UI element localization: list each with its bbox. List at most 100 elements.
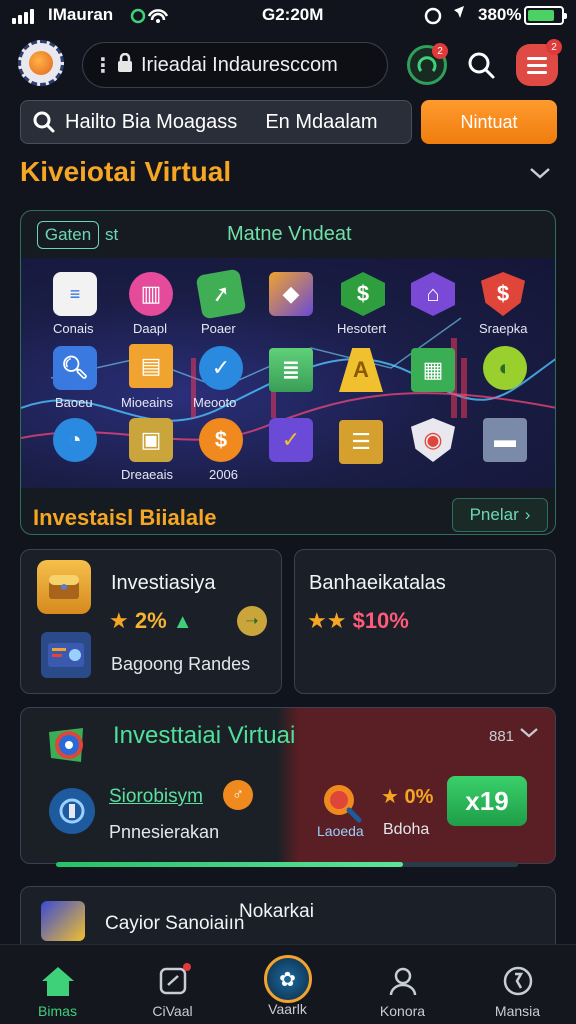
notification-button[interactable]: 2 (407, 43, 448, 85)
investment-rate: ★ 2% ▲ (109, 608, 193, 633)
virtual-card-title: Investtaiai Virtuai (113, 722, 296, 749)
magnifier-coin-icon (317, 778, 363, 824)
icon-label: Conais (53, 321, 94, 336)
carrier-name: IMauran (48, 5, 114, 24)
featured-card: Gaten st Matne Vndeat ≡ Conais ▥ Daapl ➚… (20, 210, 556, 535)
icon-label: Daapl (133, 321, 167, 336)
account-card-label: Nokarkai (239, 901, 314, 922)
arrow-badge-icon[interactable]: ➝ (237, 606, 267, 636)
bank-rate: ★★ $10% (307, 608, 409, 633)
icon-label: Baoeu (55, 395, 93, 410)
nav-label: Konora (379, 1003, 426, 1019)
chevron-down-icon[interactable] (519, 722, 539, 745)
icon-label: 2006 (209, 467, 238, 482)
featured-card-footer-title: Investaisl Biialale (33, 505, 217, 530)
featured-card-title: Matne Vndeat (227, 223, 352, 245)
bank-card-title: Banhaeikatalas (309, 572, 446, 594)
virtual-right-caption: Bdoha (383, 821, 430, 838)
more-options-icon[interactable]: ⋮ (93, 53, 113, 78)
cube-icon[interactable]: ◆ (269, 272, 313, 316)
nav-label: CiVaal (152, 1003, 193, 1019)
wallet-icon: ✿ (263, 955, 312, 1003)
nav-label: Bimas (38, 1003, 77, 1019)
investment-card-caption: Bagoong Randes (111, 654, 251, 674)
settings-icon (498, 961, 538, 1001)
account-card-title: Cayior Sanoiaiın (105, 913, 245, 934)
icon-label: Mioeains (121, 395, 174, 410)
frame-icon[interactable]: ▣ (129, 418, 173, 462)
status-bar: IMauran G2:20M 380% (0, 0, 576, 30)
chat-icon[interactable]: ◔ (53, 418, 97, 462)
chevron-down-icon[interactable] (528, 160, 552, 186)
gold-bar-icon[interactable]: ☰ (339, 420, 383, 464)
signal-icon (12, 9, 34, 24)
virtual-card-count: 881 (489, 728, 515, 745)
nav-label: Mansia (494, 1003, 541, 1019)
star-icon: ★ (109, 608, 129, 633)
featured-card-more-button[interactable]: Pnelar › (452, 498, 548, 532)
search-query: Hailto Bia Moagass (65, 110, 238, 133)
nav-home[interactable]: Bimas (0, 945, 115, 1024)
virtual-progress-fill (56, 862, 403, 867)
tree-icon: ▲ (172, 611, 193, 633)
arrow-icon[interactable]: ➚ (195, 268, 247, 320)
url-text: Irieadai Indauresccom (141, 53, 338, 76)
investment-card[interactable]: Investiasiya ★ 2% ▲ ➝ Bagoong Randes (20, 549, 282, 694)
nav-profile[interactable]: Konora (345, 945, 460, 1024)
checkmark-icon[interactable]: ✓ (199, 346, 243, 390)
activity-icon (153, 961, 193, 1001)
checklist-icon[interactable]: ✓ (269, 418, 313, 462)
icon-label: Poaer (201, 321, 236, 336)
icon-label: Meooto (193, 395, 237, 410)
icon-label: Sraepka (479, 321, 528, 336)
home-icon (38, 961, 78, 1001)
battery-percent: 380% (478, 5, 522, 24)
status-icons (424, 6, 474, 31)
app-logo[interactable] (18, 40, 64, 86)
nav-activity[interactable]: CiVaal (115, 945, 230, 1024)
notification-badge: 2 (432, 43, 448, 59)
search-scope: En Mdaalam (265, 110, 378, 133)
bank-card[interactable]: Banhaeikatalas ★★ $10% (294, 549, 556, 694)
virtual-right-label: Laoeda (317, 823, 364, 839)
search-action-button[interactable]: Nintuat (421, 100, 557, 144)
icon-label: Dreaeais (121, 467, 174, 482)
search-input[interactable]: Hailto Bia Moagass En Mdaalam (20, 100, 412, 144)
nav-center[interactable]: ✿ Vaarlk (230, 945, 345, 1024)
dashboard-icon (41, 632, 91, 678)
search-doc-icon[interactable]: 🔍︎ (53, 346, 97, 390)
multiplier-badge[interactable]: x19 (447, 776, 527, 826)
robot-icon (49, 788, 95, 834)
section-title: Kiveiotai Virtual (20, 156, 232, 187)
coin-icon[interactable]: $ (199, 418, 243, 462)
virtual-card[interactable]: Investtaiai Virtuai 881 Siorobisym ♂ Pnn… (20, 707, 556, 864)
virtual-right-stat: ★ 0% (381, 786, 434, 808)
tab-category[interactable]: Gaten (37, 221, 99, 249)
address-bar[interactable]: ⋮ Irieadai Indauresccom (82, 42, 388, 88)
virtual-card-subtitle[interactable]: Siorobisym (109, 786, 203, 808)
book-icon[interactable]: ▤ (129, 344, 173, 388)
star-icon: ★ (381, 786, 399, 808)
chevron-right-icon: › (524, 505, 531, 524)
stack-icon[interactable]: ≣ (269, 348, 313, 392)
battery-icon (524, 6, 567, 25)
profile-icon (383, 961, 423, 1001)
clock: G2:20M (262, 5, 324, 24)
chart-icon[interactable]: ▥ (129, 272, 173, 316)
tab-suffix: st (105, 225, 119, 244)
search-icon[interactable] (461, 45, 501, 85)
document-icon[interactable]: ≡ (53, 272, 97, 316)
safe-icon[interactable]: ▬ (483, 418, 527, 462)
menu-badge: 2 (546, 39, 562, 55)
savings-icon (41, 901, 85, 941)
menu-button[interactable]: 2 (516, 39, 562, 86)
nav-settings[interactable]: Mansia (460, 945, 575, 1024)
search-icon (33, 111, 55, 133)
wifi-icon (130, 6, 170, 29)
cash-stack-icon[interactable]: ▦ (411, 348, 455, 392)
app-icon-grid: ≡ Conais ▥ Daapl ➚ Poaer ◆ $ Hesotert ⌂ … (21, 258, 555, 488)
investment-card-title: Investiasiya (111, 572, 216, 594)
info-badge-icon[interactable]: ♂ (223, 780, 253, 810)
shield-icon[interactable]: ◐ (483, 346, 527, 390)
treasure-chest-icon (37, 560, 91, 614)
